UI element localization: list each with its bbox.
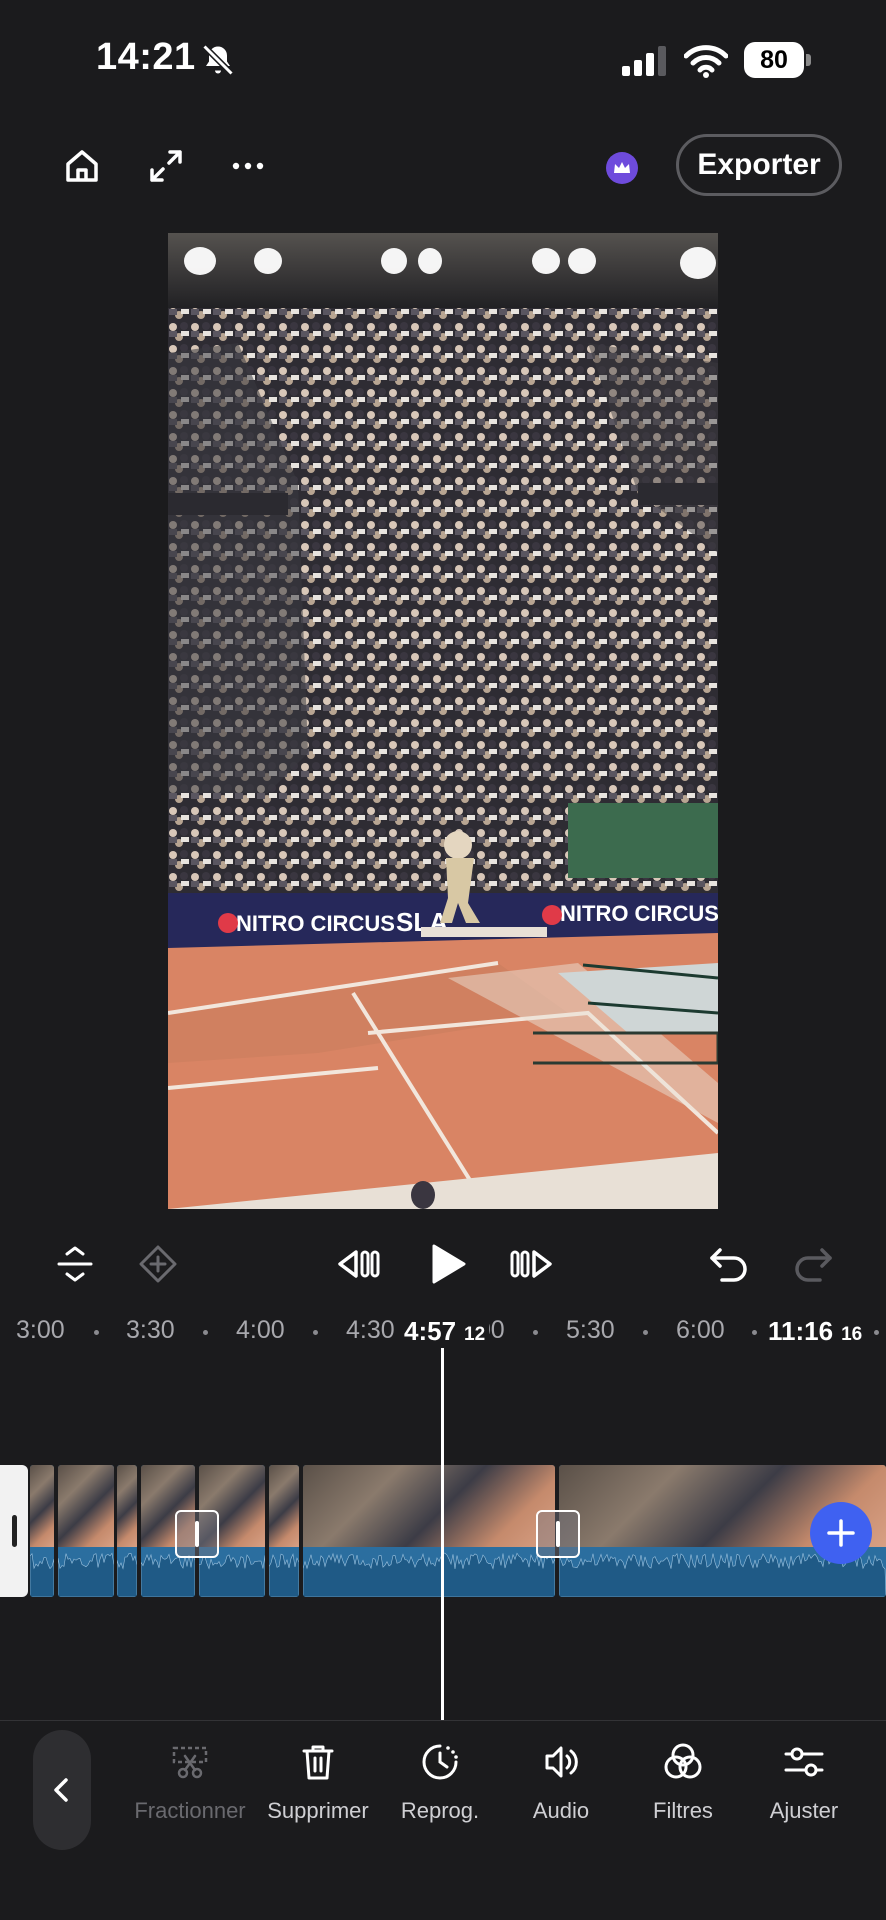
total-duration: 11:16 16: [768, 1316, 862, 1347]
battery-indicator: 80: [744, 42, 812, 78]
back-button[interactable]: [33, 1730, 91, 1850]
expand-timeline-icon[interactable]: [53, 1242, 97, 1286]
tool-label: Ajuster: [769, 1798, 839, 1823]
plus-icon: [827, 1519, 855, 1547]
tool-label: Supprimer: [267, 1798, 369, 1823]
video-frame-image: NITRO CIRCUS SLA NITRO CIRCUS: [168, 233, 718, 1209]
adjust-tool-button[interactable]: Ajuster: [739, 1740, 869, 1840]
home-icon[interactable]: [58, 142, 106, 190]
ruler-tick: 4:30: [346, 1316, 395, 1344]
filters-icon: [664, 1743, 702, 1779]
ruler-tick: 6:00: [676, 1316, 725, 1344]
bell-muted-icon: [202, 44, 234, 76]
clock-icon: [422, 1744, 458, 1780]
filters-tool-button[interactable]: Filtres: [618, 1740, 748, 1840]
redo-icon[interactable]: [788, 1240, 838, 1288]
delete-tool-button[interactable]: Supprimer: [253, 1740, 383, 1840]
playhead-timecode: 4:57 12: [404, 1316, 490, 1347]
battery-level: 80: [744, 42, 804, 78]
ruler-tick: 4:00: [236, 1316, 285, 1344]
speaker-icon: [545, 1746, 578, 1778]
split-icon: [172, 1746, 208, 1779]
cellular-signal-icon: [622, 46, 666, 76]
toolbar-divider: [0, 1720, 886, 1721]
tool-label: Audio: [532, 1798, 590, 1823]
playhead[interactable]: [441, 1348, 444, 1720]
timeline-clip[interactable]: [117, 1465, 137, 1597]
total-time: 11:16: [768, 1316, 834, 1346]
chevron-left-icon: [54, 1778, 68, 1802]
transition-handle[interactable]: [536, 1510, 580, 1558]
tool-label: Filtres: [653, 1798, 713, 1823]
timeline-clip[interactable]: [30, 1465, 54, 1597]
svg-text:NITRO CIRCUS: NITRO CIRCUS: [560, 901, 718, 926]
previous-frame-icon[interactable]: [334, 1240, 384, 1288]
timeline-clip[interactable]: [58, 1465, 114, 1597]
playhead-time: 4:57: [404, 1316, 457, 1346]
trash-icon: [302, 1745, 334, 1780]
more-options-icon[interactable]: [224, 142, 272, 190]
tool-label: Reprog.: [400, 1798, 480, 1823]
ruler-tick: 3:00: [16, 1316, 65, 1344]
expand-icon[interactable]: [142, 142, 190, 190]
status-time: 14:21: [96, 36, 196, 78]
svg-text:NITRO CIRCUS: NITRO CIRCUS: [236, 911, 395, 936]
playhead-frame: 12: [464, 1324, 486, 1345]
sliders-icon: [784, 1747, 824, 1777]
retime-tool-button[interactable]: Reprog.: [375, 1740, 505, 1840]
keyframe-add-icon[interactable]: [136, 1242, 180, 1286]
play-icon[interactable]: [420, 1238, 472, 1290]
ruler-tick: 3:30: [126, 1316, 175, 1344]
split-tool-button[interactable]: Fractionner: [125, 1740, 255, 1840]
ruler-tick: 5:30: [566, 1316, 615, 1344]
add-clip-button[interactable]: [810, 1502, 872, 1564]
total-frame: 16: [841, 1324, 863, 1345]
undo-icon[interactable]: [704, 1240, 754, 1288]
wifi-icon: [684, 45, 728, 78]
tool-label: Fractionner: [134, 1798, 246, 1823]
audio-tool-button[interactable]: Audio: [496, 1740, 626, 1840]
timeline-clip[interactable]: [303, 1465, 555, 1597]
track-trim-handle[interactable]: [0, 1465, 28, 1597]
export-button[interactable]: Exporter: [676, 134, 842, 196]
next-frame-icon[interactable]: [506, 1240, 556, 1288]
timeline-clip[interactable]: [269, 1465, 299, 1597]
video-preview[interactable]: NITRO CIRCUS SLA NITRO CIRCUS: [168, 233, 718, 1209]
transition-handle[interactable]: [175, 1510, 219, 1558]
premium-crown-icon[interactable]: [606, 152, 638, 184]
